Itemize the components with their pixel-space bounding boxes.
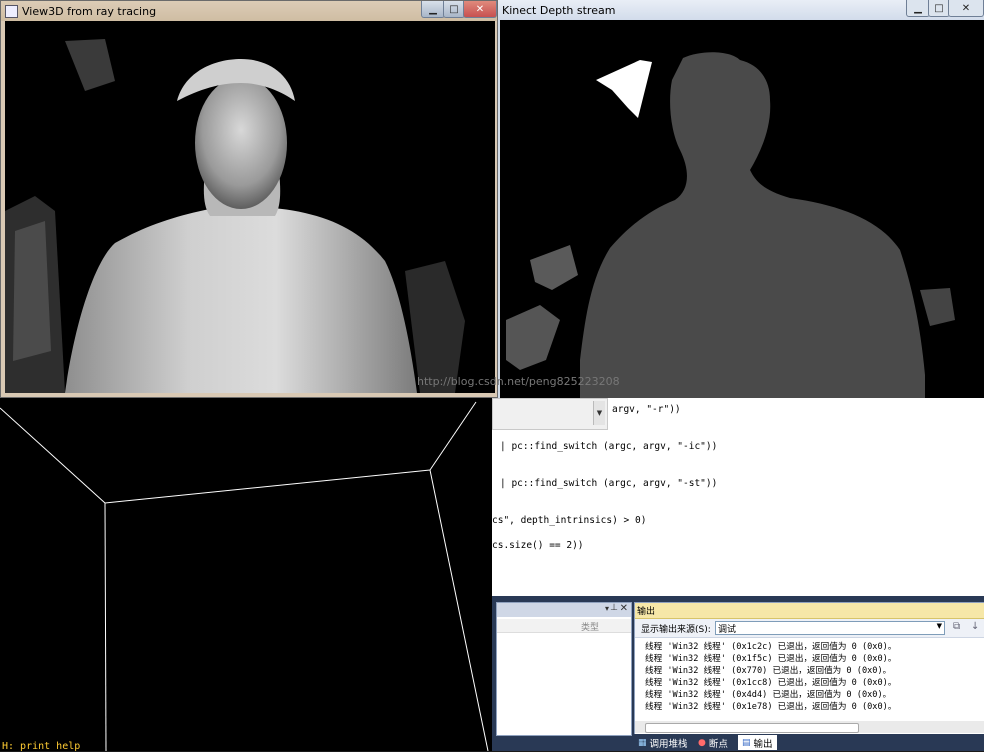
output-line: 线程 'Win32 线程' (0x1c2c) 已退出，返回值为 0 (0x0)。 [645, 642, 897, 652]
depth-image [500, 20, 984, 398]
depth-stream-window[interactable]: Kinect Depth stream ▁ □ ✕ [498, 0, 984, 398]
code-line: | pc::find_switch (argc, argv, "-ic")) [500, 441, 718, 452]
code-line: cs.size() == 2)) [492, 540, 584, 551]
watermark: http://blog.csdn.net/peng825223208 [417, 375, 620, 388]
output-icon: ▤ [742, 737, 751, 748]
window-title: Kinect Depth stream [502, 3, 616, 17]
output-line: 线程 'Win32 线程' (0x770) 已退出，返回值为 0 (0x0)。 [645, 666, 892, 676]
call-stack-icon: ▦ [638, 737, 647, 748]
horizontal-scrollbar[interactable] [635, 721, 984, 733]
output-line: 线程 'Win32 线程' (0x1e78) 已退出，返回值为 0 (0x0)。 [645, 702, 897, 712]
code-line: | pc::find_switch (argc, argv, "-st")) [500, 478, 718, 489]
code-line: cs", depth_intrinsics) > 0) [492, 515, 647, 526]
output-toolbar: 显示输出来源(S): 调试 ▼ ⧉ ↓ [635, 619, 984, 638]
tab-label: 输出 [753, 738, 773, 750]
bottom-tab-bar: ▦ 调用堆栈 ● 断点 ▤ 输出 [634, 734, 984, 751]
output-source-select[interactable]: 调试 ▼ [715, 621, 945, 635]
column-header[interactable]: 类型 [497, 619, 631, 633]
column-type-label: 类型 [581, 623, 600, 633]
ray-tracing-window[interactable]: View3D from ray tracing ▁ □ ✕ http://blo… [0, 0, 620, 398]
dropdown-arrow-icon[interactable]: ▾ [605, 604, 609, 613]
code-line: argv, "-r")) [612, 404, 681, 415]
maximize-icon[interactable]: □ [928, 0, 950, 17]
close-icon[interactable]: ✕ [948, 0, 984, 17]
pin-icon[interactable]: ⊥ [610, 603, 618, 613]
close-icon[interactable]: ✕ [620, 603, 628, 614]
panel-header: ▾ ⊥ ✕ [497, 603, 631, 617]
editor-member-dropdown[interactable]: ▼ [492, 398, 608, 430]
raytraced-render [5, 21, 495, 393]
output-window[interactable]: 输出 显示输出来源(S): 调试 ▼ ⧉ ↓ 线程 'Win32 线程' (0x… [634, 602, 984, 736]
output-window-header: 输出 [635, 603, 984, 619]
tab-output[interactable]: ▤ 输出 [738, 735, 777, 750]
help-hint: H: print help [2, 741, 81, 752]
close-icon[interactable]: ✕ [463, 1, 497, 18]
chevron-down-icon: ▼ [936, 622, 942, 630]
window-title: View3D from ray tracing [22, 4, 157, 18]
pcl-3d-viewer[interactable] [0, 398, 492, 751]
bounding-cube-wireframe [0, 401, 489, 751]
minimize-icon[interactable]: ▁ [906, 0, 930, 17]
source-value: 调试 [718, 625, 737, 635]
source-label: 显示输出来源(S): [641, 625, 711, 635]
scrollbar-thumb[interactable] [645, 723, 859, 733]
minimize-icon[interactable]: ▁ [421, 1, 445, 18]
chevron-down-icon[interactable]: ▼ [593, 401, 605, 425]
clear-all-icon[interactable]: ↓ [971, 621, 979, 632]
breakpoint-icon: ● [698, 737, 706, 748]
output-line: 线程 'Win32 线程' (0x1f5c) 已退出，返回值为 0 (0x0)。 [645, 654, 897, 664]
output-line: 线程 'Win32 线程' (0x1cc8) 已退出，返回值为 0 (0x0)。 [645, 678, 897, 688]
output-title: 输出 [637, 607, 656, 617]
output-line: 线程 'Win32 线程' (0x4d4) 已退出，返回值为 0 (0x0)。 [645, 690, 892, 700]
find-message-icon[interactable]: ⧉ [953, 621, 960, 632]
tab-label: 断点 [708, 738, 728, 750]
tab-label: 调用堆栈 [649, 738, 688, 750]
maximize-icon[interactable]: □ [443, 1, 465, 18]
tab-call-stack[interactable]: ▦ 调用堆栈 [638, 735, 688, 750]
left-tool-panel[interactable]: ▾ ⊥ ✕ 类型 [496, 602, 632, 736]
tab-breakpoints[interactable]: ● 断点 [698, 735, 728, 750]
app-icon [5, 4, 18, 18]
